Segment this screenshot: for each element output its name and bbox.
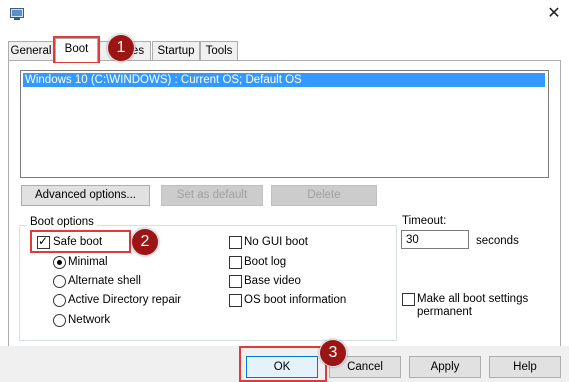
apply-button[interactable]: Apply — [409, 356, 481, 378]
tab-startup[interactable]: Startup — [152, 41, 200, 61]
msconfig-app-icon — [10, 8, 24, 20]
timeout-input[interactable]: 30 — [401, 230, 469, 249]
boot-log-label[interactable]: Boot log — [244, 255, 286, 269]
close-icon[interactable]: ✕ — [545, 5, 563, 23]
ok-button-highlight — [239, 346, 327, 382]
timeout-unit-label: seconds — [476, 235, 519, 247]
make-permanent-label-line1[interactable]: Make all boot settings — [417, 292, 528, 306]
os-list-item[interactable]: Windows 10 (C:\WINDOWS) : Current OS; De… — [23, 73, 545, 87]
no-gui-boot-checkbox[interactable] — [229, 236, 242, 249]
no-gui-boot-label[interactable]: No GUI boot — [244, 235, 308, 249]
annotation-badge-2: 2 — [131, 228, 159, 256]
make-permanent-label-line2[interactable]: permanent — [417, 305, 472, 319]
minimal-label[interactable]: Minimal — [68, 255, 108, 269]
active-directory-repair-radio[interactable] — [53, 294, 66, 307]
advanced-options-button[interactable]: Advanced options... — [21, 185, 150, 206]
title-bar — [0, 0, 569, 30]
tab-tools[interactable]: Tools — [200, 41, 238, 61]
network-radio[interactable] — [53, 314, 66, 327]
safe-boot-highlight — [30, 230, 131, 253]
active-directory-repair-label[interactable]: Active Directory repair — [68, 293, 181, 307]
boot-options-legend: Boot options — [27, 215, 97, 229]
annotation-badge-1: 1 — [107, 34, 135, 62]
base-video-checkbox[interactable] — [229, 275, 242, 288]
alternate-shell-radio[interactable] — [53, 275, 66, 288]
os-boot-information-label[interactable]: OS boot information — [244, 293, 346, 307]
minimal-radio[interactable] — [53, 256, 66, 269]
set-as-default-button[interactable]: Set as default — [161, 185, 263, 206]
make-permanent-checkbox[interactable] — [402, 293, 415, 306]
base-video-label[interactable]: Base video — [244, 274, 301, 288]
tab-boot[interactable]: Boot — [55, 38, 98, 62]
tab-general[interactable]: General — [8, 41, 54, 61]
network-label[interactable]: Network — [68, 313, 110, 327]
os-boot-information-checkbox[interactable] — [229, 294, 242, 307]
help-button[interactable]: Help — [489, 356, 561, 378]
delete-button[interactable]: Delete — [271, 185, 377, 206]
alternate-shell-label[interactable]: Alternate shell — [68, 274, 141, 288]
annotation-badge-3: 3 — [319, 339, 347, 367]
timeout-label: Timeout: — [402, 215, 447, 227]
boot-log-checkbox[interactable] — [229, 256, 242, 269]
